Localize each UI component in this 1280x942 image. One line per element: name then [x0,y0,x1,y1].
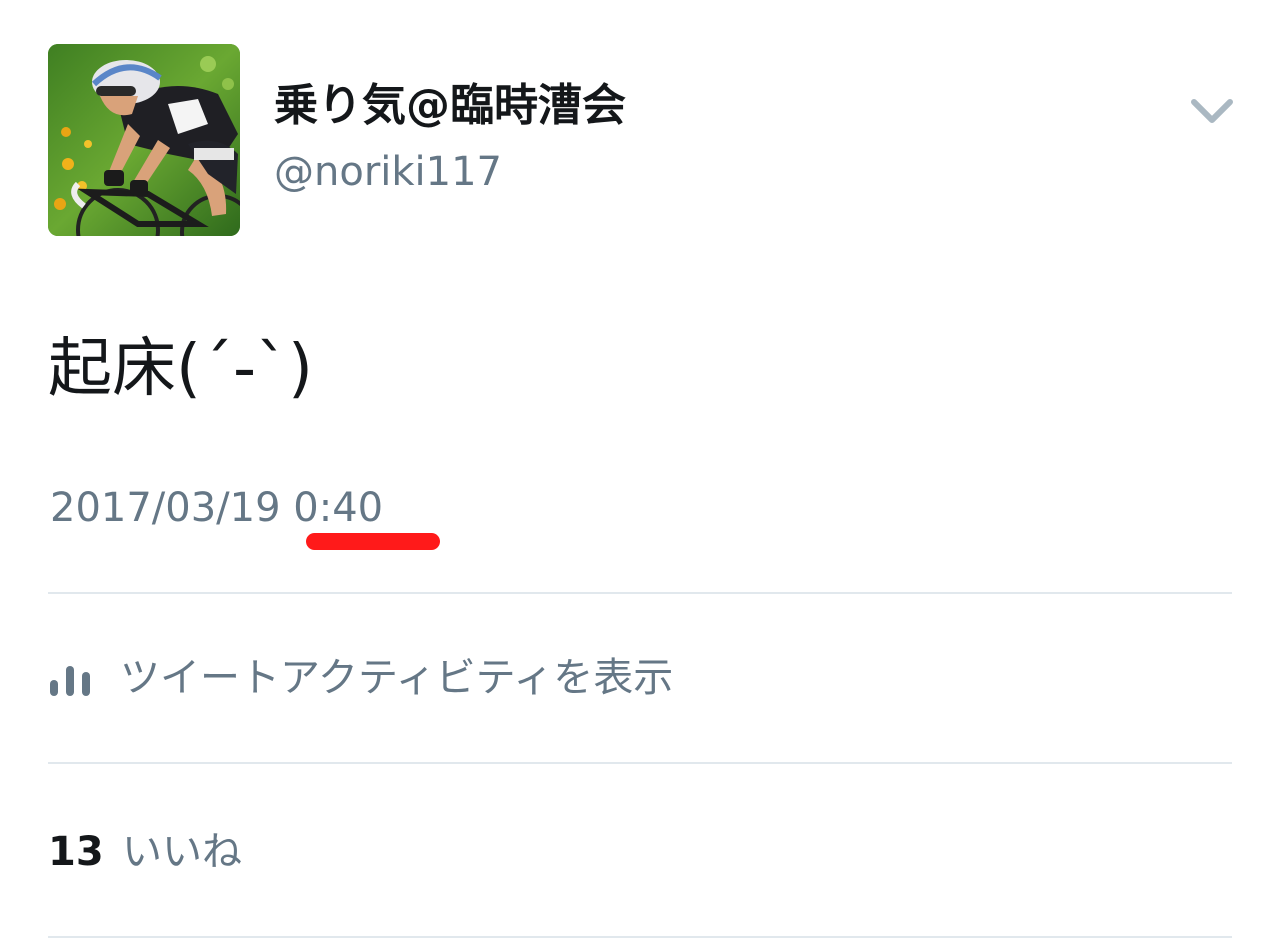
avatar-image [48,44,240,236]
tweet-activity-label: ツイートアクティビティを表示 [120,655,674,701]
user-handle[interactable]: @noriki117 [274,146,502,198]
red-underline-annotation [306,533,440,550]
tweet-activity-link[interactable]: ツイートアクティビティを表示 [48,596,1232,762]
likes-summary[interactable]: 13 いいね [48,764,1232,936]
divider [48,936,1232,938]
tweet-time: 0:40 [293,485,384,531]
divider [48,592,1232,594]
display-name[interactable]: 乗り気@臨時漕会 [274,78,626,134]
avatar[interactable] [48,44,240,236]
bar-chart-icon [50,666,90,696]
tweet-timestamp[interactable]: 2017/03/19 0:40 [50,482,383,534]
tweet-date: 2017/03/19 [50,485,281,531]
likes-label: いいね [122,829,242,875]
likes-count: 13 [48,829,104,875]
tweet-detail: 乗り気@臨時漕会 @noriki117 起床(´-`) 2017/03/19 0… [0,0,1280,942]
tweet-text: 起床(´-`) [48,332,314,406]
tweet-menu-button[interactable] [1184,92,1240,132]
chevron-down-icon [1191,99,1233,123]
